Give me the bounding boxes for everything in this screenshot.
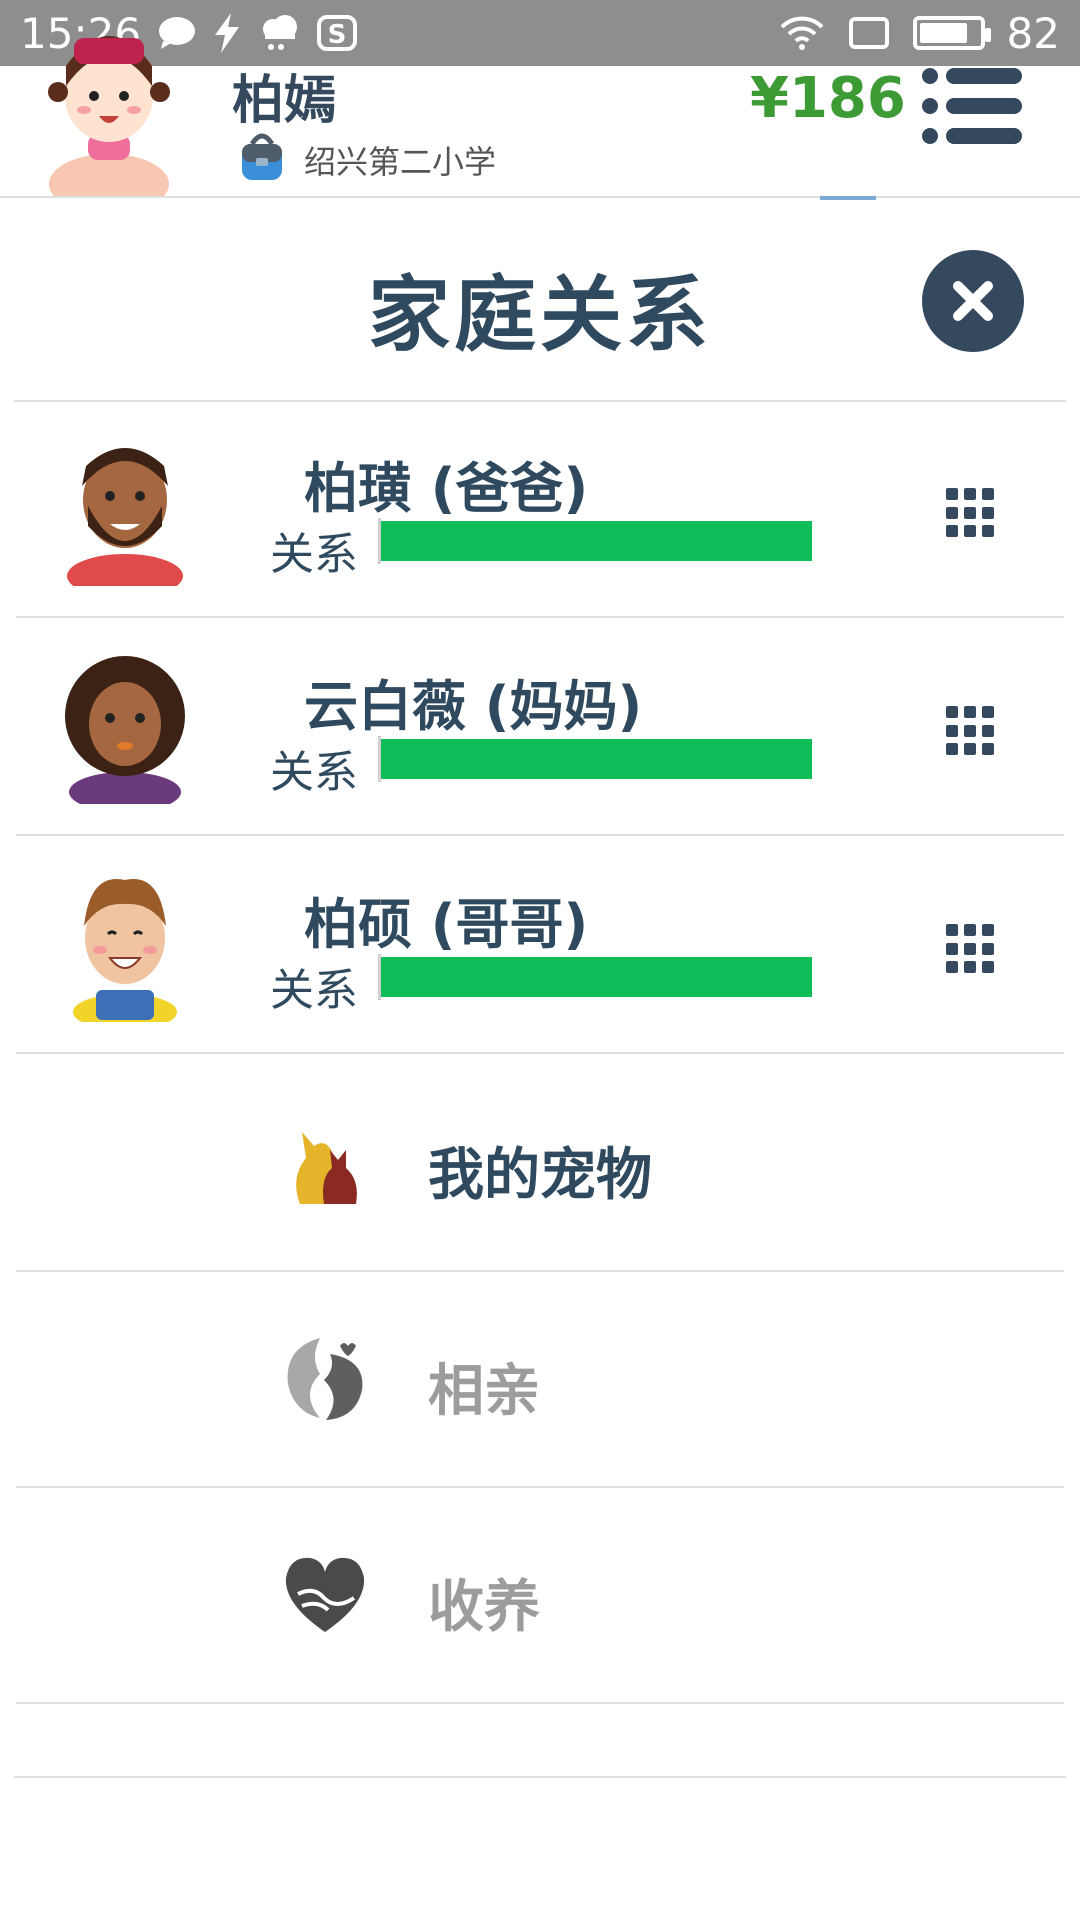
menu-item-adopt[interactable]: 收养	[16, 1488, 1064, 1704]
close-button[interactable]	[922, 250, 1024, 352]
svg-text:S: S	[328, 20, 347, 50]
adopt-heart-icon	[280, 1550, 370, 1640]
relation-label: 关系	[270, 529, 358, 580]
brother-avatar-icon	[60, 872, 190, 1030]
battery-percent: 82	[1006, 8, 1060, 58]
wifi-icon	[779, 15, 825, 51]
close-icon	[953, 281, 993, 321]
menu-item-label: 收养	[428, 1575, 540, 1640]
family-row-mother[interactable]: 云白薇 (妈妈) 关系	[16, 620, 1064, 836]
lightning-icon	[213, 13, 241, 53]
grid-menu-icon[interactable]	[946, 488, 996, 538]
modal-title: 家庭关系	[367, 268, 712, 363]
relation-bar-fill	[381, 957, 812, 997]
girl-avatar-icon[interactable]	[44, 16, 174, 214]
father-avatar-icon	[60, 436, 190, 598]
modal-header: 家庭关系	[14, 198, 1066, 402]
relation-bar	[378, 518, 812, 564]
pet-icon	[280, 1118, 370, 1208]
relation-bar	[378, 736, 812, 782]
menu-item-matchmaking[interactable]: 相亲	[16, 1272, 1064, 1488]
relation-label: 关系	[270, 747, 358, 798]
member-name: 柏璜 (爸爸)	[304, 457, 589, 520]
family-row-father[interactable]: 柏璜 (爸爸) 关系	[16, 402, 1064, 618]
family-row-brother[interactable]: 柏硕 (哥哥) 关系	[16, 838, 1064, 1054]
school-bag-icon	[236, 128, 288, 192]
s-app-icon: S	[317, 13, 358, 53]
profile-name: 柏嫣	[232, 71, 337, 131]
cloud-icon	[257, 13, 301, 53]
money-balance: ¥186	[750, 66, 906, 131]
menu-item-label: 我的宠物	[428, 1143, 652, 1208]
school-info: 绍兴第二小学	[236, 128, 496, 192]
screen-rotate-icon	[847, 15, 891, 51]
relation-bar	[378, 954, 812, 1000]
relation-bar-fill	[381, 739, 812, 779]
member-name: 云白薇 (妈妈)	[304, 675, 643, 738]
relation-bar-fill	[381, 521, 812, 561]
grid-menu-icon[interactable]	[946, 706, 996, 756]
battery-icon	[912, 16, 991, 50]
school-name: 绍兴第二小学	[304, 143, 497, 181]
menu-list-icon[interactable]	[920, 66, 1024, 146]
member-name: 柏硕 (哥哥)	[304, 893, 589, 956]
relation-label: 关系	[270, 965, 358, 1016]
mother-avatar-icon	[60, 654, 190, 812]
empty-row	[14, 1698, 1066, 1778]
menu-item-pets[interactable]: 我的宠物	[16, 1056, 1064, 1272]
battery-level-fill	[919, 23, 968, 43]
matchmaking-icon	[280, 1334, 370, 1424]
profile-header: 柏嫣 绍兴第二小学 ¥186	[0, 36, 1080, 214]
menu-item-label: 相亲	[428, 1359, 540, 1424]
grid-menu-icon[interactable]	[946, 924, 996, 974]
